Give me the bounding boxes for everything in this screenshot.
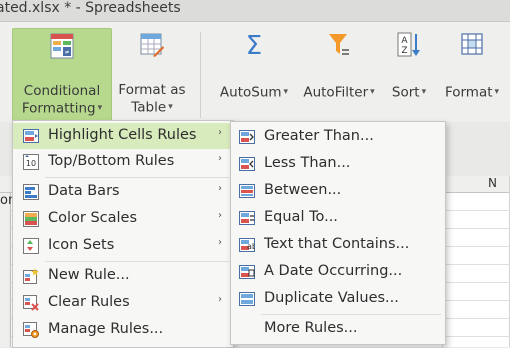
submenu-item-label: Between...: [264, 182, 342, 198]
menu-item-label: Top/Bottom Rules: [48, 153, 175, 169]
submenu-item-label: More Rules...: [264, 320, 358, 336]
column-header-n[interactable]: N: [488, 176, 497, 190]
chevron-down-icon: ▾: [370, 87, 375, 97]
date-occurring-icon: [239, 264, 255, 284]
submenu-arrow-icon: ›: [218, 127, 222, 138]
format-label: Format: [444, 84, 493, 101]
chevron-down-icon: ▾: [421, 87, 427, 97]
title-bar: ated.xlsx * - Spreadsheets: [0, 0, 510, 22]
menu-item-clear-rules[interactable]: Clear Rules ›: [13, 290, 233, 316]
submenu-item-date-occurring[interactable]: A Date Occurring...: [231, 259, 445, 285]
sigma-icon: Σ: [243, 30, 265, 62]
menu-item-data-bars[interactable]: Data Bars ›: [13, 179, 233, 205]
chevron-down-icon: ▾: [494, 87, 500, 97]
icon-sets-icon: [23, 238, 39, 258]
highlight-cells-icon: [23, 128, 39, 148]
manage-rules-icon: [23, 322, 39, 342]
svg-text:Z: Z: [401, 46, 407, 56]
submenu-item-greater-than[interactable]: Greater Than...: [231, 124, 445, 150]
clear-rules-icon: [23, 295, 39, 315]
autofilter-button[interactable]: AutoFilter ▾: [296, 28, 382, 122]
format-as-table-button[interactable]: Format as Table ▾: [112, 28, 192, 122]
menu-item-highlight-cells-rules[interactable]: Highlight Cells Rules ›: [13, 123, 233, 149]
menu-separator: [261, 314, 441, 315]
submenu-arrow-icon: ›: [218, 237, 222, 248]
new-rule-icon: [23, 268, 39, 288]
svg-text:Σ: Σ: [246, 31, 262, 58]
svg-text:A: A: [401, 36, 408, 46]
svg-text:≠: ≠: [64, 49, 69, 56]
format-as-table-label-2: Table: [131, 99, 167, 116]
chevron-down-icon: ▾: [97, 103, 103, 113]
filter-icon: [327, 32, 351, 62]
conditional-formatting-menu: Highlight Cells Rules › 10 Top/Bottom Ru…: [12, 120, 234, 348]
submenu-item-label: Less Than...: [264, 155, 351, 171]
sort-label: Sort: [391, 84, 420, 101]
submenu-item-label: Equal To...: [264, 209, 338, 225]
autofilter-label: AutoFilter: [303, 84, 369, 101]
conditional-formatting-button[interactable]: ≠ Conditional Formatting ▾: [12, 28, 112, 124]
submenu-arrow-icon: ›: [218, 210, 222, 221]
conditional-formatting-label-2: Formatting: [21, 100, 96, 117]
menu-item-icon-sets[interactable]: Icon Sets ›: [13, 233, 233, 259]
window-title: ated.xlsx * - Spreadsheets: [0, 0, 181, 16]
menu-separator: [45, 261, 229, 262]
submenu-item-label: Text that Contains...: [264, 236, 410, 252]
menu-item-label: Icon Sets: [48, 237, 115, 253]
menu-item-color-scales[interactable]: Color Scales ›: [13, 206, 233, 232]
menu-item-label: Highlight Cells Rules: [48, 127, 197, 143]
menu-item-label: Clear Rules: [48, 294, 130, 310]
conditional-formatting-icon: ≠: [50, 33, 74, 63]
greater-than-icon: [239, 129, 255, 149]
submenu-arrow-icon: ›: [218, 294, 222, 305]
duplicate-values-icon: [239, 291, 255, 311]
less-than-icon: [239, 156, 255, 176]
submenu-item-equal-to[interactable]: Equal To...: [231, 205, 445, 231]
submenu-item-more-rules[interactable]: More Rules...: [231, 316, 445, 342]
ribbon-divider: [200, 32, 201, 118]
between-icon: [239, 183, 255, 203]
menu-item-manage-rules[interactable]: Manage Rules...: [13, 317, 233, 343]
menu-item-label: Color Scales: [48, 210, 138, 226]
sort-button[interactable]: A Z Sort ▾: [384, 28, 434, 122]
menu-item-top-bottom-rules[interactable]: 10 Top/Bottom Rules ›: [13, 149, 233, 175]
data-bars-icon: [23, 184, 39, 204]
submenu-item-between[interactable]: Between...: [231, 178, 445, 204]
row-header-bar: [0, 193, 11, 347]
top-bottom-icon: 10: [23, 154, 39, 174]
svg-text:10: 10: [26, 159, 36, 168]
svg-text:ab: ab: [247, 242, 255, 251]
submenu-arrow-icon: ›: [218, 153, 222, 164]
highlight-cells-submenu: Greater Than... Less Than... Between... …: [230, 121, 446, 345]
format-button[interactable]: Format ▾: [436, 28, 508, 122]
menu-separator: [45, 177, 229, 178]
conditional-formatting-label-1: Conditional: [23, 83, 101, 99]
submenu-item-label: Greater Than...: [264, 128, 374, 144]
menu-item-label: New Rule...: [48, 267, 130, 283]
equal-to-icon: [239, 210, 255, 230]
menu-item-label: Data Bars: [48, 183, 120, 199]
submenu-item-label: Duplicate Values...: [264, 290, 399, 306]
menu-item-new-rule[interactable]: New Rule...: [13, 263, 233, 289]
format-cells-icon: [460, 32, 484, 62]
menu-item-label: Manage Rules...: [48, 321, 164, 337]
text-contains-icon: ab: [239, 237, 257, 257]
chevron-down-icon: ▾: [283, 87, 289, 97]
autosum-button[interactable]: Σ AutoSum ▾: [212, 28, 296, 122]
submenu-item-label: A Date Occurring...: [264, 263, 403, 279]
format-as-table-label-1: Format as: [118, 82, 186, 98]
color-scales-icon: [23, 211, 39, 231]
chevron-down-icon: ▾: [168, 102, 173, 112]
submenu-item-less-than[interactable]: Less Than...: [231, 151, 445, 177]
autosum-label: AutoSum: [219, 84, 282, 101]
format-as-table-icon: [139, 32, 165, 62]
submenu-arrow-icon: ›: [218, 183, 222, 194]
submenu-item-text-contains[interactable]: ab Text that Contains...: [231, 232, 445, 258]
submenu-item-duplicate-values[interactable]: Duplicate Values...: [231, 286, 445, 312]
sort-az-icon: A Z: [396, 32, 422, 62]
